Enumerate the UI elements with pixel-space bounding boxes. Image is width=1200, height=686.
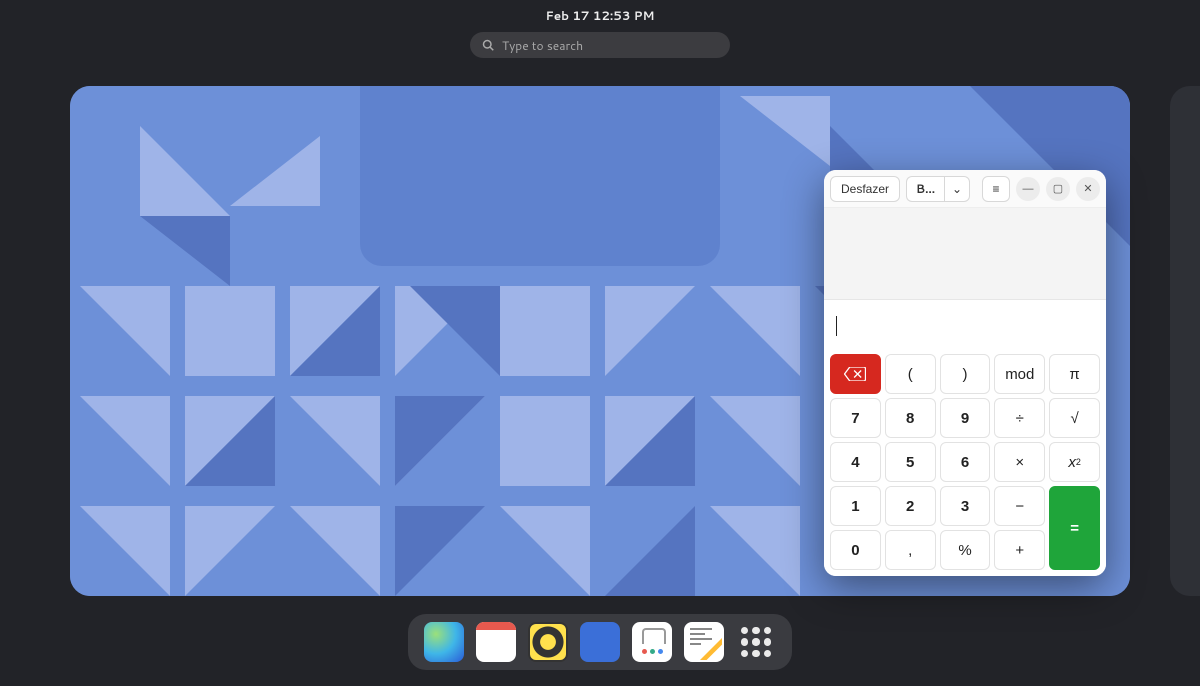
key-sqrt[interactable]: √ (1049, 398, 1100, 438)
dock-show-apps-button[interactable] (736, 622, 776, 662)
calculator-headerbar: Desfazer B… ⌄ ≡ — ▢ ✕ (824, 170, 1106, 208)
key-8[interactable]: 8 (885, 398, 936, 438)
key-6[interactable]: 6 (940, 442, 991, 482)
search-icon (482, 39, 494, 51)
key-add[interactable]: + (994, 530, 1045, 570)
dock-app-music[interactable] (528, 622, 568, 662)
minimize-icon: — (1023, 183, 1034, 195)
key-multiply[interactable]: × (994, 442, 1045, 482)
key-subtract[interactable]: − (994, 486, 1045, 526)
dock-app-web-browser[interactable] (424, 622, 464, 662)
dock-app-calendar[interactable] (476, 622, 516, 662)
key-square[interactable]: x2 (1049, 442, 1100, 482)
hamburger-icon: ≡ (993, 182, 1000, 196)
key-1[interactable]: 1 (830, 486, 881, 526)
clock[interactable]: Feb 17 12:53 PM (0, 7, 1200, 24)
search-placeholder: Type to search (502, 37, 583, 54)
key-0[interactable]: 0 (830, 530, 881, 570)
key-backspace[interactable] (830, 354, 881, 394)
key-3[interactable]: 3 (940, 486, 991, 526)
key-decimal[interactable]: , (885, 530, 936, 570)
close-icon: ✕ (1083, 182, 1092, 195)
dock-app-text-editor[interactable] (684, 622, 724, 662)
calculator-keypad: ( ) mod π 7 8 9 ÷ √ 4 5 6 × x2 1 2 3 − =… (824, 348, 1106, 576)
grid-icon (741, 627, 771, 657)
mode-label: B… (906, 176, 944, 202)
key-5[interactable]: 5 (885, 442, 936, 482)
window-maximize-button[interactable]: ▢ (1046, 177, 1070, 201)
window-minimize-button[interactable]: — (1016, 177, 1040, 201)
key-equals[interactable]: = (1049, 486, 1100, 570)
calculator-window: Desfazer B… ⌄ ≡ — ▢ ✕ ( ) mod (824, 170, 1106, 576)
calculator-history (824, 208, 1106, 300)
dock-app-software[interactable] (632, 622, 672, 662)
key-2[interactable]: 2 (885, 486, 936, 526)
activities-search[interactable]: Type to search (470, 32, 730, 58)
key-mod[interactable]: mod (994, 354, 1045, 394)
key-lparen[interactable]: ( (885, 354, 936, 394)
caret (836, 316, 837, 336)
mode-selector[interactable]: B… ⌄ (906, 176, 970, 202)
workspace-next[interactable] (1170, 86, 1200, 596)
key-9[interactable]: 9 (940, 398, 991, 438)
key-rparen[interactable]: ) (940, 354, 991, 394)
key-percent[interactable]: % (940, 530, 991, 570)
backspace-icon (844, 367, 866, 381)
key-4[interactable]: 4 (830, 442, 881, 482)
key-divide[interactable]: ÷ (994, 398, 1045, 438)
hamburger-menu-button[interactable]: ≡ (982, 176, 1010, 202)
dock-app-todo[interactable] (580, 622, 620, 662)
dash (408, 614, 792, 670)
chevron-down-icon: ⌄ (944, 176, 970, 202)
undo-button[interactable]: Desfazer (830, 176, 900, 202)
key-7[interactable]: 7 (830, 398, 881, 438)
calculator-entry[interactable] (824, 300, 1106, 348)
window-close-button[interactable]: ✕ (1076, 177, 1100, 201)
maximize-icon: ▢ (1053, 182, 1063, 195)
key-pi[interactable]: π (1049, 354, 1100, 394)
